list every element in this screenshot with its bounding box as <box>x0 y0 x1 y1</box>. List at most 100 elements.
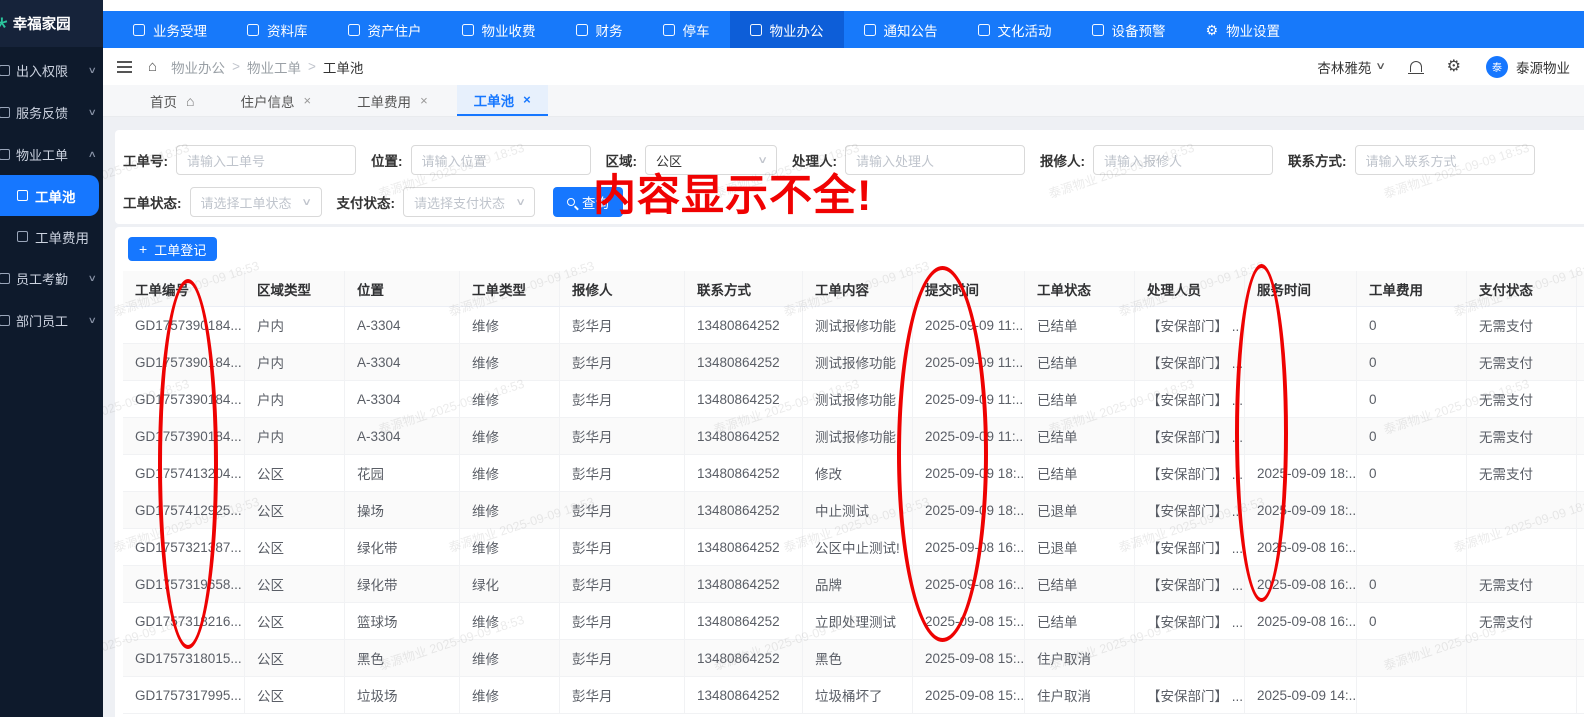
breadcrumb-item[interactable]: 物业工单 <box>247 57 301 77</box>
table-row[interactable]: GD1757318216... 公区 篮球场 维修 彭华月 13480864252 立即处理… <box>123 603 1584 640</box>
column-header-5: 报修人 <box>560 271 685 306</box>
nav-item-asset[interactable]: 资产住户 <box>328 11 442 48</box>
table-row[interactable]: GD1757412925... 公区 操场 维修 彭华月 13480864252 中止测试 2… <box>123 492 1584 529</box>
close-icon[interactable]: × <box>303 93 311 108</box>
sidebar-item-pool[interactable]: 工单池 <box>0 175 99 216</box>
cell-工单状态: 已结单 <box>1025 603 1135 639</box>
cell-位置: 黑色 <box>345 640 460 676</box>
sidebar-item-order-fee[interactable]: 工单费用 <box>0 216 103 257</box>
chevron-up-icon: ∧ <box>88 148 98 159</box>
app-title: 幸福家园 <box>12 17 71 33</box>
cell-工单编号: GD1757318216... <box>123 603 245 639</box>
settings-gear-icon[interactable]: ⚙ <box>1447 58 1461 74</box>
cell-工单费用: 0 <box>1357 455 1467 491</box>
settings-icon: ⚙ <box>1205 21 1219 38</box>
table-row[interactable]: GD1757390184... 户内 A-3304 维修 彭华月 13480864252 测… <box>123 344 1584 381</box>
cell-提交时间: 2025-09-08 15:... <box>913 603 1025 639</box>
cell-处理人员: 【安保部门】 ... <box>1135 677 1245 713</box>
location-input[interactable]: 请输入位置 <box>410 145 591 175</box>
breadcrumb-item[interactable]: 物业办公 <box>171 57 225 77</box>
table-row[interactable]: GD1757390184... 户内 A-3304 维修 彭华月 13480864252 测… <box>123 307 1584 344</box>
cell-区域类型: 公区 <box>245 566 345 602</box>
filter-order-no: 工单号: 请输入工单号 <box>123 145 356 175</box>
order-status-select[interactable]: 请选择工单状态 ∨ <box>189 187 322 217</box>
cell-位置: A-3304 <box>345 344 460 380</box>
table-row[interactable]: GD1757319658... 公区 绿化带 绿化 彭华月 13480864252 品牌 20… <box>123 566 1584 603</box>
table-row[interactable]: GD1757317995... 公区 垃圾场 维修 彭华月 13480864252 垃圾桶坏… <box>123 677 1584 714</box>
cell-报修人: 彭华月 <box>560 677 685 713</box>
nav-item-reception[interactable]: 业务受理 <box>113 11 227 48</box>
sidebar-item-staff[interactable]: 部门员工 ∨ <box>0 299 103 341</box>
table-row[interactable]: GD1757390184... 户内 A-3304 维修 彭华月 13480864252 测… <box>123 381 1584 418</box>
nav-item-label: 业务受理 <box>153 23 207 39</box>
placeholder-text: 请输入工单号 <box>187 153 266 169</box>
cell-报修人: 彭华月 <box>560 566 685 602</box>
table-row[interactable]: GD1757413204... 公区 花园 维修 彭华月 13480864252 修改 202… <box>123 455 1584 492</box>
plus-icon: + <box>139 241 148 257</box>
sidebar-item-label: 物业工单 <box>16 147 69 163</box>
nav-item-library[interactable]: 资料库 <box>227 11 328 48</box>
header-bar: ⌂ 物业办公 > 物业工单 > 工单池 杏林雅苑 ∨ ⚙ 泰 泰源物业 <box>103 48 1584 85</box>
nav-item-notice[interactable]: 通知公告 <box>844 11 958 48</box>
tab-label: 首页 <box>150 94 177 110</box>
home-icon[interactable]: ⌂ <box>148 58 157 75</box>
workorder-table: 工单编号 区域类型 位置 工单类型 报修人 联系方式 工单内容 提交时间 工单状态 处理人员 服务时… <box>123 271 1584 714</box>
feedback-icon <box>0 106 10 118</box>
cell-工单状态: 已结单 <box>1025 455 1135 491</box>
project-selector[interactable]: 杏林雅苑 ∨ <box>1317 57 1386 77</box>
cell-工单类型: 维修 <box>460 418 560 454</box>
nav-item-finance[interactable]: 财务 <box>556 11 643 48</box>
table-row[interactable]: GD1757318015... 公区 黑色 维修 彭华月 13480864252 黑色 202… <box>123 640 1584 677</box>
order-no-input[interactable]: 请输入工单号 <box>176 145 356 175</box>
tab-工单费用[interactable]: 工单费用 × <box>340 85 445 116</box>
nav-item-culture[interactable]: 文化活动 <box>958 11 1072 48</box>
cell-支付状态 <box>1467 529 1577 565</box>
column-header-4: 工单类型 <box>460 271 560 306</box>
nav-item-charge[interactable]: 物业收费 <box>442 11 556 48</box>
user-menu[interactable]: 泰 泰源物业 <box>1486 55 1570 78</box>
contact-input[interactable]: 请输入联系方式 <box>1354 145 1535 175</box>
pay-status-select[interactable]: 请选择支付状态 ∨ <box>403 187 535 217</box>
close-icon[interactable]: × <box>523 92 531 107</box>
cell-处理人员: 【安保部门】 ... <box>1135 418 1245 454</box>
cell-提交时间: 2025-09-09 11:... <box>913 418 1025 454</box>
placeholder-text: 请输入位置 <box>421 153 487 169</box>
nav-item-parking[interactable]: 停车 <box>643 11 730 48</box>
column-header-1: 工单编号 <box>123 271 245 306</box>
nav-item-office[interactable]: 物业办公 <box>729 11 844 48</box>
tab-工单池[interactable]: 工单池 × <box>456 85 548 116</box>
username: 泰源物业 <box>1516 60 1570 76</box>
sidebar-item-access[interactable]: 出入权限 ∨ <box>0 49 103 91</box>
sidebar-item-feedback[interactable]: 服务反馈 ∨ <box>0 91 103 133</box>
top-nav: 业务受理 资料库 资产住户 物业收费 财务 停车 物业办公 通知公告 文化活动 设备预警 ⚙ 物业设置 <box>103 11 1584 48</box>
nav-item-label: 资产住户 <box>367 23 422 39</box>
table-row[interactable]: GD1757321387... 公区 绿化带 维修 彭华月 13480864252 公区中止… <box>123 529 1584 566</box>
collapse-sidebar-icon[interactable] <box>117 60 132 73</box>
sidebar-menu: 出入权限 ∨ 服务反馈 ∨ 物业工单 ∧ 工单池 工单费用 员工考勤 ∨ 部门员工 ∨ <box>0 47 103 341</box>
cell-联系方式: 13480864252 <box>685 566 803 602</box>
pool-icon <box>17 190 28 201</box>
cell-区域类型: 公区 <box>245 603 345 639</box>
tab-首页[interactable]: 首页 ⌂ <box>133 85 211 116</box>
cell-工单状态: 已结单 <box>1025 566 1135 602</box>
tab-住户信息[interactable]: 住户信息 × <box>223 85 328 116</box>
tab-label: 工单池 <box>473 93 515 109</box>
cell-支付状态: 无需支付 <box>1467 381 1577 417</box>
cell-联系方式: 13480864252 <box>685 492 803 528</box>
nav-item-alarm[interactable]: 设备预警 <box>1072 11 1186 48</box>
cell-提交时间: 2025-09-09 18:... <box>913 492 1025 528</box>
reporter-input[interactable]: 请输入报修人 <box>1093 145 1273 175</box>
sidebar-item-workorder[interactable]: 物业工单 ∧ <box>0 133 103 175</box>
register-workorder-button[interactable]: + 工单登记 <box>128 237 218 261</box>
cell-位置: 绿化带 <box>345 529 460 565</box>
project-name: 杏林雅苑 <box>1317 60 1372 76</box>
cell-位置: 操场 <box>345 492 460 528</box>
nav-item-settings[interactable]: ⚙ 物业设置 <box>1186 11 1301 48</box>
staff-icon <box>0 314 10 326</box>
close-icon[interactable]: × <box>420 93 428 108</box>
notification-bell-icon[interactable] <box>1407 61 1424 74</box>
filter-order-status: 工单状态: 请选择工单状态 ∨ <box>123 187 322 217</box>
table-row[interactable]: GD1757390184... 户内 A-3304 维修 彭华月 13480864252 测… <box>123 418 1584 455</box>
cell-工单状态: 住户取消 <box>1025 677 1135 713</box>
sidebar-item-attendance[interactable]: 员工考勤 ∨ <box>0 257 103 299</box>
